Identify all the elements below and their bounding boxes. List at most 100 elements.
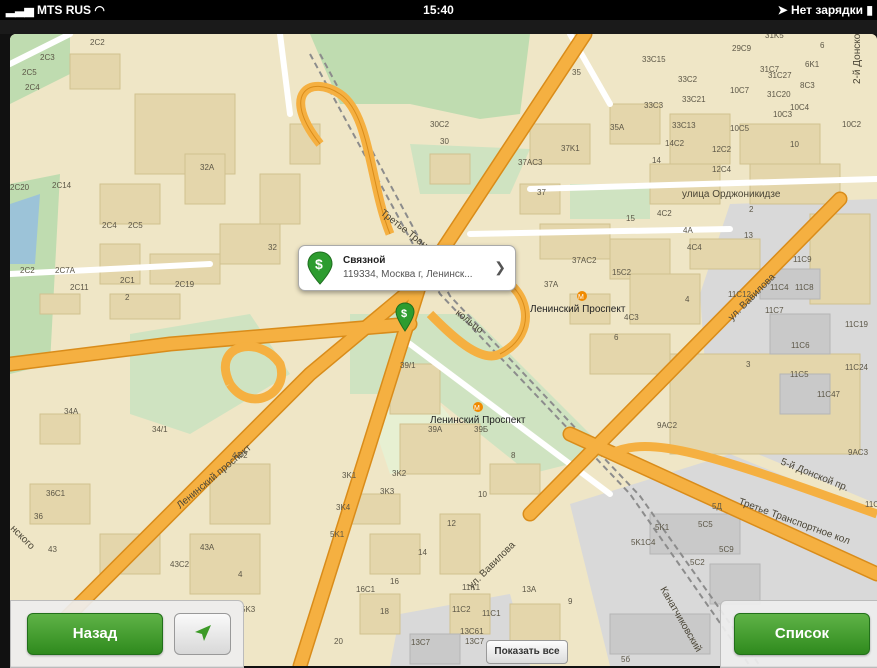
- building-number: 9AC3: [848, 448, 869, 457]
- battery-status: ➤ Нет зарядки ▮: [777, 3, 873, 17]
- building-number: 11C2: [452, 605, 471, 614]
- building-number: 13C61: [460, 627, 484, 636]
- dollar-pin-icon: $: [307, 251, 333, 290]
- building-number: 30C2: [430, 120, 450, 129]
- building-number: 36C1: [46, 489, 66, 498]
- list-button[interactable]: Список: [734, 613, 870, 655]
- building-number: 11C8: [795, 283, 814, 292]
- building-number: 35: [572, 68, 581, 77]
- building-number: 39Б: [474, 425, 488, 434]
- building-number: 11C4: [770, 283, 789, 292]
- svg-text:$: $: [401, 308, 407, 320]
- show-all-button[interactable]: Показать все: [486, 640, 568, 664]
- building-number: 32: [268, 243, 277, 252]
- building-number: 10: [478, 490, 487, 499]
- building-number: 11C12: [728, 290, 752, 299]
- window-chrome: [0, 20, 877, 34]
- building-number: 33C13: [672, 121, 696, 130]
- my-location-button[interactable]: [174, 613, 231, 655]
- building-number: 4: [685, 295, 690, 304]
- building-number: 11C52: [865, 500, 877, 509]
- building-number: 2C14: [52, 181, 72, 190]
- metro-icon: М: [577, 291, 587, 301]
- building-number: 5C9: [719, 545, 734, 554]
- building-number: 30: [440, 137, 449, 146]
- building-number: 10C4: [790, 103, 810, 112]
- building-number: 13C7: [465, 637, 485, 646]
- back-button[interactable]: Назад: [27, 613, 163, 655]
- place-callout[interactable]: $ Связной 119334, Москва г, Ленинск... ❯: [298, 245, 516, 291]
- building-number: 11C19: [845, 320, 869, 329]
- building-number: 14: [652, 156, 661, 165]
- building-number: 3K2: [392, 469, 407, 478]
- building-number: 37A: [544, 280, 559, 289]
- svg-text:$: $: [315, 256, 323, 272]
- chevron-right-icon[interactable]: ❯: [494, 259, 506, 276]
- building-number: 10C2: [842, 120, 862, 129]
- building-number: 6: [820, 41, 825, 50]
- location-arrow-icon: [195, 625, 211, 641]
- building-number: 12C4: [712, 165, 732, 174]
- building-number: 10C7: [730, 86, 750, 95]
- building-number: 41/2: [232, 451, 248, 460]
- building-number: 11C24: [845, 363, 869, 372]
- building-number: 2C19: [175, 280, 195, 289]
- street-label-donskaya: 2-й Донско: [852, 34, 863, 84]
- svg-text:М: М: [578, 294, 584, 301]
- building-number: 11C1: [482, 609, 501, 618]
- building-number: 37AC2: [572, 256, 597, 265]
- building-number: 2C2: [20, 266, 35, 275]
- building-number: 39A: [428, 425, 443, 434]
- building-number: 37: [537, 188, 546, 197]
- building-number: 11C6: [791, 341, 810, 350]
- building-number: 2C5: [128, 221, 143, 230]
- building-number: 8: [511, 451, 516, 460]
- building-number: 3K3: [380, 487, 395, 496]
- building-number: 13A: [522, 585, 537, 594]
- building-number: 2: [749, 205, 754, 214]
- building-number: 4C3: [624, 313, 639, 322]
- building-number: 5C5: [698, 520, 713, 529]
- building-number: 37AC3: [518, 158, 543, 167]
- building-number: 36: [34, 512, 43, 521]
- building-number: 11C47: [817, 390, 841, 399]
- building-number: 35A: [610, 123, 625, 132]
- building-number: 6: [614, 333, 619, 342]
- building-number: 33C15: [642, 55, 666, 64]
- building-number: 5б: [621, 655, 630, 664]
- building-number: 33C2: [678, 75, 698, 84]
- building-number: 31C20: [767, 90, 791, 99]
- building-number: 33C21: [682, 95, 706, 104]
- battery-icon: ▮: [866, 3, 873, 17]
- building-number: 4: [238, 570, 243, 579]
- building-number: 14C2: [665, 139, 685, 148]
- building-number: 10C5: [730, 124, 750, 133]
- clock: 15:40: [423, 3, 454, 17]
- status-bar: ▂▃▅ MTS RUS ◠ 15:40 ➤ Нет зарядки ▮: [0, 0, 877, 20]
- building-number: 5K1C4: [631, 538, 656, 547]
- dollar-pin-icon[interactable]: $: [395, 302, 415, 337]
- building-number: 11K1: [462, 583, 481, 592]
- building-number: 29C9: [732, 44, 752, 53]
- location-arrow-icon: ➤: [777, 3, 788, 17]
- building-number: 31K5: [765, 34, 784, 40]
- building-number: 5K1: [655, 523, 670, 532]
- building-number: 15C2: [612, 268, 632, 277]
- building-number: 2C11: [70, 283, 89, 292]
- building-number: 2: [125, 293, 130, 302]
- building-number: 2C2: [90, 38, 105, 47]
- callout-title: Связной: [343, 255, 386, 266]
- building-number: 33C3: [644, 101, 664, 110]
- metro-label-1: Ленинский Проспект: [530, 304, 626, 315]
- building-number: 43A: [200, 543, 215, 552]
- metro-icon: М: [473, 402, 483, 412]
- building-number: 9AC2: [657, 421, 678, 430]
- building-number: 10: [790, 140, 799, 149]
- building-number: 37K1: [561, 144, 580, 153]
- building-number: 5K1: [330, 530, 345, 539]
- building-number: 2C5: [22, 68, 37, 77]
- map-view[interactable]: Третье Тран кольцо Третье Транспортное к…: [10, 34, 877, 666]
- building-number: 11C5: [790, 370, 809, 379]
- building-number: 2C7A: [55, 266, 76, 275]
- building-number: 2C20: [10, 183, 30, 192]
